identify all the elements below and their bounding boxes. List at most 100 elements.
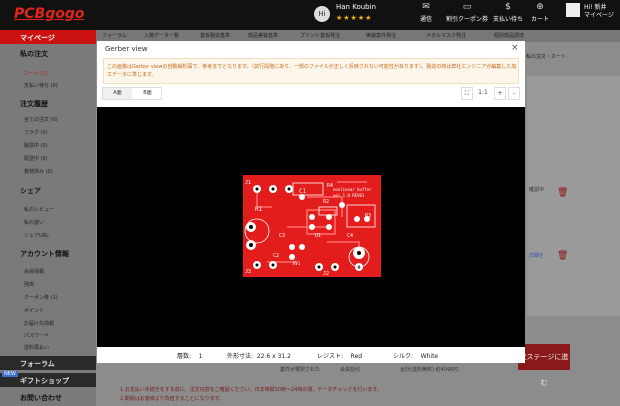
- resist-value: Red: [350, 353, 363, 360]
- nav-pcb-order[interactable]: プリント基板発注: [300, 32, 340, 39]
- sidebar-item-in-production[interactable]: 製造中 (0): [24, 142, 48, 149]
- user-rating-stars: ★★★★★: [336, 14, 373, 22]
- label-c3: C3: [279, 233, 285, 239]
- label-r3: R3: [365, 213, 371, 219]
- nav-assembly-order[interactable]: 実装案件発注: [366, 32, 396, 39]
- member-info: 業件が選択された: [280, 367, 321, 373]
- board-specs: 層数: 1 外形寸法: 22.6 x 31.2 レジスト: Red シルク: W…: [97, 347, 525, 363]
- sidebar-section-share[interactable]: シェア: [0, 183, 96, 197]
- sidebar-item-awaiting-payment[interactable]: 支払い待ち (0): [24, 82, 58, 89]
- coupon-icon: ▭: [462, 2, 472, 12]
- nav-stencil-order[interactable]: メタルマスク発注: [426, 32, 466, 39]
- cart-label: カート: [530, 16, 549, 23]
- label-board-version: ver 1.0 REV01: [333, 193, 365, 198]
- sidebar-item-points[interactable]: ポイント: [24, 307, 44, 314]
- label-j3: J3: [245, 269, 251, 275]
- pcb-render: J1 C1 R1 R2 R3 R4 U1 C2 C3 C4 J2 J3 RV1 …: [243, 175, 381, 277]
- user-name: Han Koubin: [336, 3, 377, 11]
- cart-icon: ⊕: [536, 2, 544, 12]
- zoom-out-icon[interactable]: -: [508, 87, 520, 100]
- sidebar-item-my-reviews[interactable]: 私のレビュー: [24, 206, 54, 213]
- label-board-title: nonlinear buffer: [333, 187, 372, 192]
- nav-forum[interactable]: フォーラム: [102, 32, 127, 39]
- sidebar-section-order-history[interactable]: 注文履歴: [0, 96, 96, 110]
- label-c4: C4: [347, 233, 353, 239]
- coupon-button[interactable]: ▭ 割引クーポン券: [446, 2, 488, 23]
- sidebar-item-shipping[interactable]: 配送中 (0): [24, 155, 48, 162]
- modal-title: Gerber view: [105, 45, 148, 53]
- sidebar-item-delivered[interactable]: 着荷済み (0): [24, 168, 53, 175]
- sidebar-item-cart[interactable]: カート (2): [24, 70, 48, 77]
- account-greeting: Hi! 新井: [584, 4, 607, 11]
- label-r2: R2: [323, 199, 329, 205]
- cart-panel: [527, 76, 620, 316]
- gerber-view-modal: Gerber view × この画像はGerber viewの自動解析図で、参考…: [97, 41, 525, 363]
- note-1: 1.お支払い手続きをする前に、注文内容をご確認ください。日本時間10時〜24時の…: [120, 387, 382, 393]
- gerber-viewer[interactable]: J1 C1 R1 R2 R3 R4 U1 C2 C3 C4 J2 J3 RV1 …: [97, 107, 525, 347]
- sidebar-item-password[interactable]: パスワード: [24, 332, 49, 339]
- resist-label: レジスト:: [317, 353, 344, 360]
- sidebar-item-flag[interactable]: フラグ (0): [24, 129, 48, 136]
- sidebar: マイページ 私の注文 カート (2) 支払い待ち (0) 注文履歴 全ての注文 …: [0, 30, 96, 406]
- label-c2: C2: [273, 253, 279, 259]
- detail-link[interactable]: 詳細を: [529, 252, 544, 259]
- side-tabs: A面 B面: [102, 87, 162, 100]
- silk-value: White: [420, 353, 439, 360]
- notification-label: 通信: [419, 16, 432, 23]
- label-j2: J2: [323, 271, 329, 277]
- sidebar-section-account[interactable]: アカウント情報: [0, 246, 96, 260]
- mypage-link[interactable]: マイページ: [584, 12, 614, 19]
- nav-assembly-standards[interactable]: 部品実装基準: [248, 32, 278, 39]
- sidebar-item-my-invites[interactable]: 私の誘い: [24, 219, 44, 226]
- sidebar-forum[interactable]: フォーラム: [0, 356, 96, 370]
- sidebar-mypage[interactable]: マイページ: [0, 30, 96, 44]
- nav-upload-list[interactable]: 入稿データ一覧: [144, 32, 179, 39]
- label-u1: U1: [315, 233, 321, 239]
- notice-text: この画像はGerber viewの自動解析図で、参考までとなります。（試行段階に…: [107, 64, 517, 78]
- sidebar-item-share-url[interactable]: シェアURL: [24, 232, 49, 239]
- proceed-button[interactable]: 次ステージに進む: [518, 344, 570, 387]
- pcbgogo-logo[interactable]: PCBgogo: [14, 6, 85, 22]
- coupon-label: 割引クーポン券: [446, 16, 489, 23]
- nav-parts-procurement[interactable]: 個別部品調達: [494, 32, 524, 39]
- zoom-in-icon[interactable]: +: [494, 87, 506, 100]
- sidebar-item-addresses[interactable]: お届け先情報: [24, 320, 54, 327]
- tab-side-a[interactable]: A面: [103, 88, 132, 99]
- size-value: 22.6 x 31.2: [256, 353, 291, 360]
- sidebar-section-my-orders[interactable]: 私の注文: [0, 46, 96, 60]
- total-amount: 合計(送料無料) 約4090円: [400, 367, 459, 373]
- notification-icon: ✉: [422, 2, 430, 12]
- cart-button[interactable]: ⊕ カート: [520, 2, 560, 23]
- layers-label: 層数:: [177, 353, 192, 360]
- silk-label: シルク:: [393, 353, 414, 360]
- notification-button[interactable]: ✉ 通信: [406, 2, 446, 23]
- label-r1: R1: [255, 206, 263, 213]
- account-avatar: [566, 3, 580, 17]
- sidebar-item-shipping-fee[interactable]: 送料風払い: [24, 344, 49, 351]
- order-status: 確認中: [529, 187, 545, 193]
- tab-side-b[interactable]: B面: [133, 88, 162, 99]
- member-discount: 会員割引: [340, 367, 361, 373]
- delete-icon[interactable]: 🗑: [557, 188, 568, 198]
- label-c1: C1: [299, 188, 307, 195]
- sidebar-item-coupons[interactable]: クーポン券 (1): [24, 294, 58, 301]
- note-2: 2.関税はお客様より負担することになります。: [120, 396, 225, 402]
- top-bar: PCBgogo Hi Han Koubin ★★★★★ ✉ 通信 ▭ 割引クーポ…: [0, 0, 620, 30]
- sidebar-contact[interactable]: お問い合わせ: [0, 390, 96, 404]
- payment-label: 支払い待ち: [492, 16, 523, 23]
- delete-icon-2[interactable]: 🗑: [557, 251, 568, 261]
- label-j1: J1: [245, 180, 251, 186]
- zoom-ratio-button[interactable]: 1:1: [474, 87, 492, 100]
- new-badge: NEW: [2, 371, 18, 377]
- label-rv1: RV1: [293, 261, 301, 266]
- sidebar-item-member-info[interactable]: 会員情報: [24, 268, 44, 275]
- nav-board-standards[interactable]: 基板製造基準: [200, 32, 230, 39]
- size-label: 外形寸法:: [227, 353, 254, 360]
- fit-screen-icon[interactable]: ⛶: [461, 87, 473, 100]
- breadcrumb: 私の注文・カート: [526, 54, 567, 60]
- layers-value: 1: [198, 353, 203, 360]
- sidebar-item-all-orders[interactable]: 全ての注文 (0): [24, 116, 58, 123]
- modal-notice: この画像はGerber viewの自動解析図で、参考までとなります。（試行段階に…: [103, 58, 519, 84]
- sidebar-item-balance[interactable]: 残高: [24, 281, 34, 288]
- close-icon[interactable]: ×: [511, 43, 519, 53]
